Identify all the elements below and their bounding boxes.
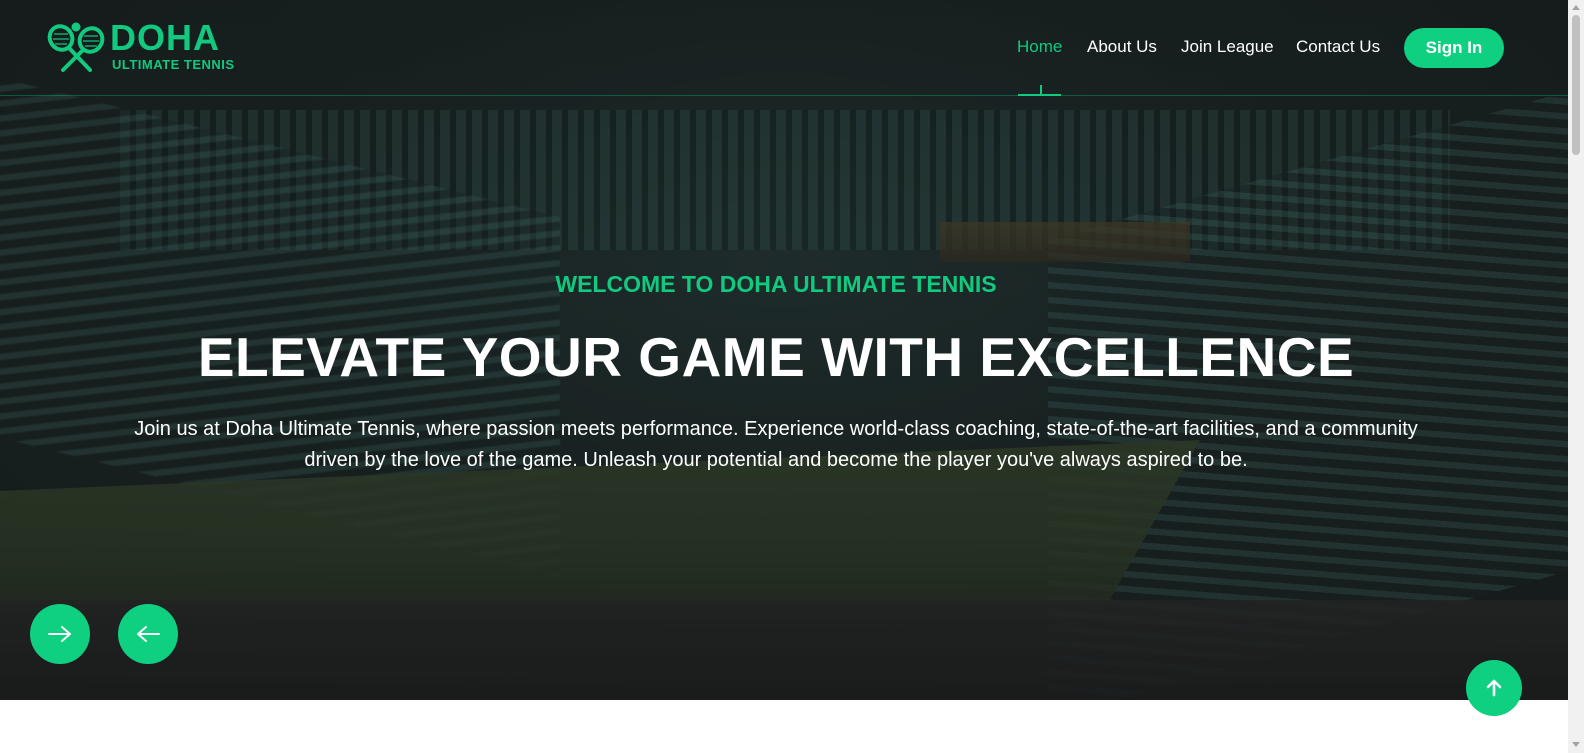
arrow-left-icon [137, 626, 160, 642]
nav-active-underline [1018, 94, 1061, 96]
carousel-next-button[interactable] [30, 604, 90, 664]
arrow-up-icon [1486, 679, 1502, 697]
brand-tagline: ULTIMATE TENNIS [112, 57, 235, 72]
site-logo[interactable]: DOHA ULTIMATE TENNIS [46, 17, 256, 74]
nav-contact-us[interactable]: Contact Us [1296, 37, 1380, 57]
nav-active-tick [1040, 85, 1042, 94]
brand-name: DOHA [110, 17, 220, 58]
hero-headline: ELEVATE YOUR GAME WITH EXCELLENCE [197, 326, 1355, 388]
scroll-up-arrow-icon[interactable] [1572, 5, 1580, 10]
crossed-rackets-icon [47, 22, 105, 72]
carousel-prev-button[interactable] [118, 604, 178, 664]
arrow-right-icon [48, 626, 71, 642]
hero-eyebrow: WELCOME TO DOHA ULTIMATE TENNIS [555, 271, 997, 297]
nav-about-us[interactable]: About Us [1087, 37, 1157, 57]
hero-banner: WELCOME TO DOHA ULTIMATE TENNIS ELEVATE … [0, 0, 1568, 700]
hero-lead-text: Join us at Doha Ultimate Tennis, where p… [134, 418, 1418, 471]
scrollbar-thumb[interactable] [1572, 15, 1580, 155]
scroll-down-arrow-icon[interactable] [1572, 742, 1580, 747]
sign-in-button[interactable]: Sign In [1404, 28, 1504, 68]
back-to-top-button[interactable] [1466, 660, 1522, 716]
site-header: DOHA ULTIMATE TENNIS Home About Us Join … [0, 0, 1568, 96]
nav-join-league[interactable]: Join League [1181, 37, 1274, 57]
nav-home[interactable]: Home [1017, 37, 1062, 57]
